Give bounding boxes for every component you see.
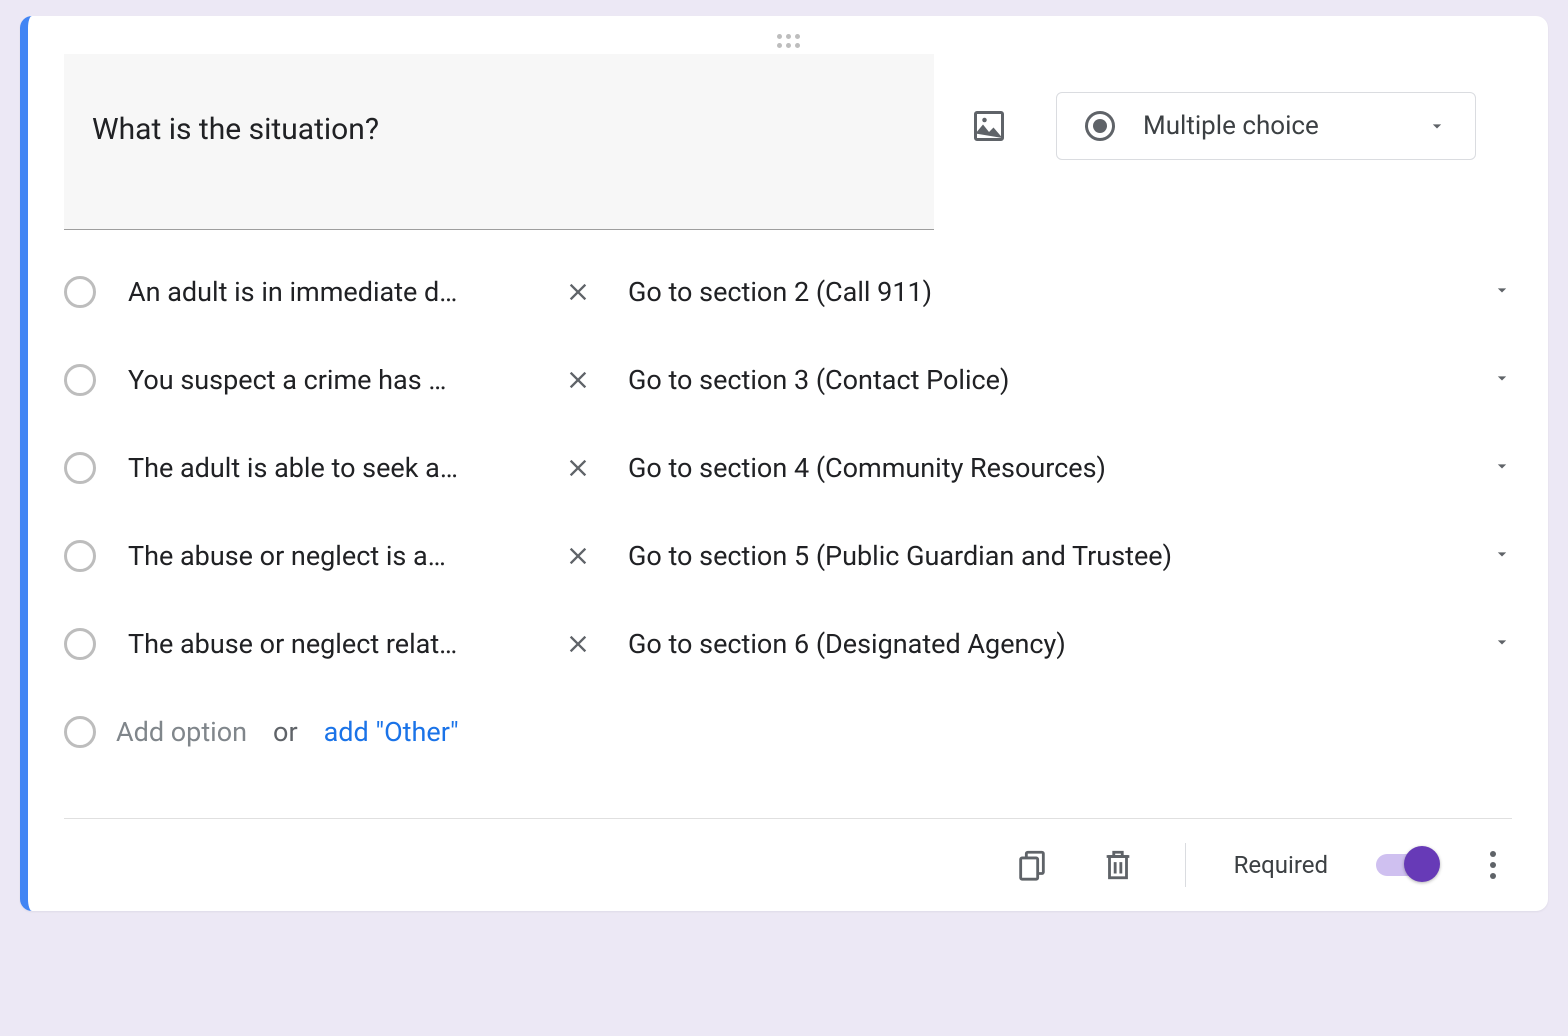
required-toggle[interactable] — [1376, 854, 1436, 876]
goto-section-selector[interactable]: Go to section 2 (Call 911) — [628, 276, 1448, 308]
add-option-row: Add option or add "Other" — [64, 716, 1512, 748]
or-label: or — [273, 716, 298, 748]
question-controls: Multiple choice — [970, 54, 1476, 160]
remove-option-button[interactable] — [562, 364, 594, 396]
options-list: An adult is in immediate d… Go to sectio… — [64, 276, 1512, 748]
radio-outline-icon — [64, 452, 96, 484]
required-label: Required — [1234, 851, 1328, 879]
question-type-label: Multiple choice — [1143, 111, 1399, 141]
radio-outline-icon — [64, 276, 96, 308]
add-option-input[interactable]: Add option — [116, 716, 247, 748]
trash-icon — [1101, 848, 1135, 882]
chevron-down-icon — [1492, 280, 1512, 300]
chevron-down-icon — [1492, 368, 1512, 388]
option-row: You suspect a crime has … Go to section … — [64, 364, 1512, 396]
goto-chevron[interactable] — [1492, 632, 1512, 656]
remove-option-button[interactable] — [562, 452, 594, 484]
close-icon — [564, 278, 592, 306]
option-label-input[interactable]: The abuse or neglect relat… — [128, 628, 528, 660]
close-icon — [564, 454, 592, 482]
remove-option-button[interactable] — [562, 628, 594, 660]
question-card: Multiple choice An adult is in immediate… — [20, 16, 1548, 911]
close-icon — [564, 366, 592, 394]
option-row: The adult is able to seek a… Go to secti… — [64, 452, 1512, 484]
more-options-button[interactable] — [1484, 845, 1502, 885]
option-label-input[interactable]: The adult is able to seek a… — [128, 452, 528, 484]
dot-icon — [1490, 873, 1496, 879]
chevron-down-icon — [1492, 544, 1512, 564]
image-icon — [971, 108, 1007, 144]
chevron-down-icon — [1427, 116, 1447, 136]
vertical-divider — [1185, 843, 1186, 887]
radio-outline-icon — [64, 628, 96, 660]
goto-chevron[interactable] — [1492, 280, 1512, 304]
divider — [64, 818, 1512, 819]
question-header-row: Multiple choice — [64, 54, 1512, 234]
option-label-input[interactable]: You suspect a crime has … — [128, 364, 528, 396]
add-other-button[interactable]: add "Other" — [324, 716, 459, 748]
goto-section-selector[interactable]: Go to section 5 (Public Guardian and Tru… — [628, 540, 1448, 572]
delete-button[interactable] — [1099, 846, 1137, 884]
drag-handle[interactable] — [64, 30, 1512, 52]
goto-section-selector[interactable]: Go to section 6 (Designated Agency) — [628, 628, 1448, 660]
chevron-down-icon — [1492, 456, 1512, 476]
close-icon — [564, 630, 592, 658]
goto-chevron[interactable] — [1492, 544, 1512, 568]
question-footer: Required — [64, 843, 1512, 887]
option-row: An adult is in immediate d… Go to sectio… — [64, 276, 1512, 308]
dot-icon — [1490, 862, 1496, 868]
question-type-selector[interactable]: Multiple choice — [1056, 92, 1476, 160]
remove-option-button[interactable] — [562, 276, 594, 308]
question-text-input[interactable] — [64, 54, 934, 230]
close-icon — [564, 542, 592, 570]
radio-filled-icon — [1085, 111, 1115, 141]
option-label-input[interactable]: The abuse or neglect is a… — [128, 540, 528, 572]
goto-section-selector[interactable]: Go to section 4 (Community Resources) — [628, 452, 1448, 484]
add-image-button[interactable] — [970, 107, 1008, 145]
remove-option-button[interactable] — [562, 540, 594, 572]
goto-chevron[interactable] — [1492, 368, 1512, 392]
option-row: The abuse or neglect is a… Go to section… — [64, 540, 1512, 572]
goto-chevron[interactable] — [1492, 456, 1512, 480]
radio-outline-icon — [64, 540, 96, 572]
radio-outline-icon — [64, 716, 96, 748]
question-input-wrap — [64, 54, 934, 234]
chevron-down-icon — [1492, 632, 1512, 652]
dot-icon — [1490, 851, 1496, 857]
option-label-input[interactable]: An adult is in immediate d… — [128, 276, 528, 308]
duplicate-button[interactable] — [1013, 846, 1051, 884]
option-row: The abuse or neglect relat… Go to sectio… — [64, 628, 1512, 660]
radio-outline-icon — [64, 364, 96, 396]
copy-icon — [1015, 848, 1049, 882]
goto-section-selector[interactable]: Go to section 3 (Contact Police) — [628, 364, 1448, 396]
drag-dots-icon — [777, 34, 800, 48]
